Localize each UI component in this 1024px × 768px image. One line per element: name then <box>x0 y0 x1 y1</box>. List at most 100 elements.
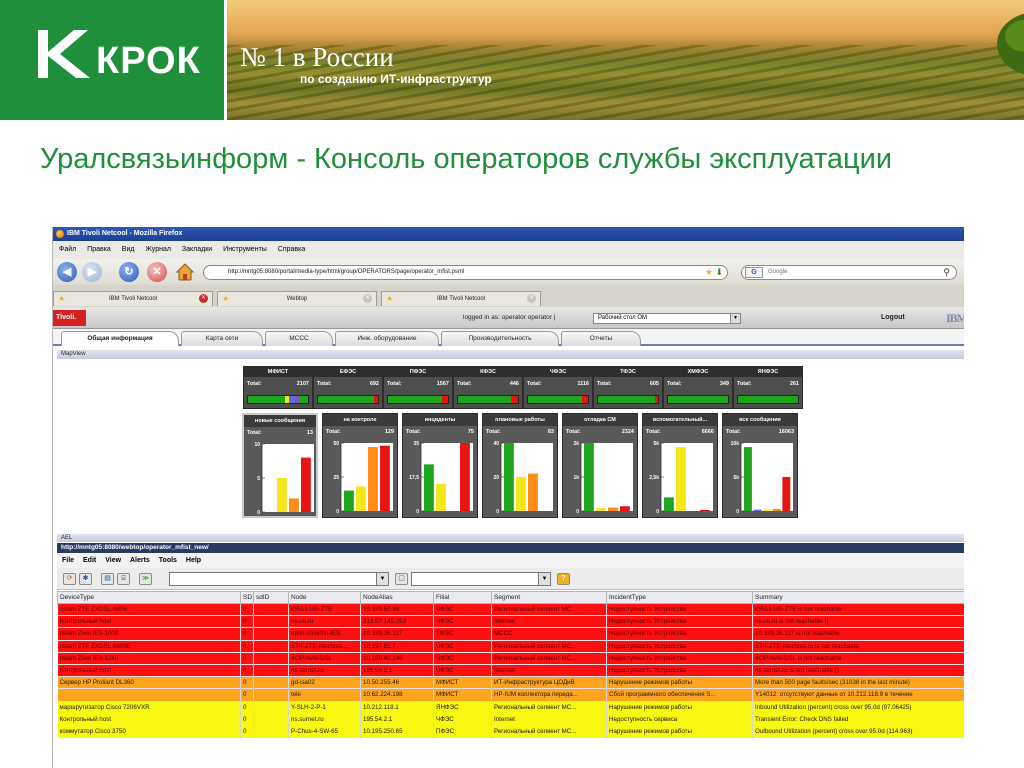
forward-button[interactable]: ▶ <box>82 262 102 282</box>
summary-tile-label: Total: <box>387 381 402 387</box>
severity-bar <box>247 395 309 404</box>
mapview-title: MapView <box>57 350 964 359</box>
menu-edit[interactable]: Правка <box>87 246 111 253</box>
search-icon[interactable]: ⚲ <box>943 266 950 279</box>
table-row[interactable]: dslam ZTE ZXDSL-9606E 0 STK-ZTE-Mezhrev...… <box>57 640 964 653</box>
settings-icon[interactable]: ✱ <box>79 573 92 585</box>
refresh-icon[interactable]: ⟳ <box>63 573 76 585</box>
logout-link[interactable]: Logout <box>881 307 905 329</box>
chevron-down-icon[interactable]: ▼ <box>376 573 388 585</box>
filter-select[interactable]: ▼ <box>169 572 389 586</box>
col-filial[interactable]: Filial <box>433 591 492 604</box>
tab-performance[interactable]: Производительность <box>441 331 559 346</box>
table-row[interactable]: коммутатор Cisco 3750 0 P-Chus-4-SW-65 10.1… <box>57 725 964 739</box>
summary-tile[interactable]: МФИСТ Total: 2107 <box>243 366 313 409</box>
chart-tile[interactable]: все сообщения Total: 16063 10k 5k 0 <box>722 413 798 518</box>
chart-tile[interactable]: инциденты Total: 75 35 17,5 0 <box>402 413 478 518</box>
chart-tile[interactable]: отладка СМ Total: 2324 2k 1k 0 <box>562 413 638 518</box>
summary-tile[interactable]: ЕФЭС Total: 692 <box>313 366 383 409</box>
filter-icon[interactable]: ⌸ <box>117 573 130 585</box>
summary-tile[interactable]: ТФЭС Total: 605 <box>593 366 663 409</box>
table-row[interactable]: Контрольный host 0 ns.surnet.ru 195.54.2.1 Ч… <box>57 713 964 726</box>
chart-tile[interactable]: на контроле Total: 129 50 25 0 <box>322 413 398 518</box>
table-row[interactable]: Контрольный host 0 ns.surnet.ru 195.54.2.1 Ч… <box>57 664 964 678</box>
table-row[interactable]: dslam ZTE ZXDSL-9806 0 KRA-LUG-ZTE 10.199.5… <box>57 603 964 617</box>
url-input[interactable]: http://mntg05:8080/portal/media-type/htm… <box>203 265 728 280</box>
table-row[interactable]: dslam Zixel IES-1248 0 AOP-NAV-DSL 10.199.4… <box>57 652 964 665</box>
chart-tile[interactable]: плановые работы Total: 83 40 20 0 <box>482 413 558 518</box>
menu-tools[interactable]: Инструменты <box>223 246 267 253</box>
ael-menu-file[interactable]: File <box>62 557 74 564</box>
chart-tile[interactable]: вспомогательный... Total: 6666 5k 2,5k 0 <box>642 413 718 518</box>
view-select-icon[interactable]: ▢ <box>395 573 408 585</box>
search-input[interactable]: G Google ⚲ <box>741 265 957 280</box>
ael-menu-view[interactable]: View <box>105 557 121 564</box>
tab-network-map[interactable]: Карта сети <box>181 331 263 346</box>
chevron-down-icon[interactable]: ▼ <box>538 573 550 585</box>
view-select[interactable]: ▼ <box>411 572 551 586</box>
cell-sdid <box>253 615 289 629</box>
chart-tile[interactable]: новые сообщения Total: 13 10 5 0 <box>242 413 318 518</box>
bookmark-star-icon[interactable]: ★ <box>705 266 713 279</box>
bar-orange <box>289 498 299 512</box>
summary-tile[interactable]: ЧФЭС Total: 1116 <box>523 366 593 409</box>
ael-menu-help[interactable]: Help <box>186 557 201 564</box>
cell-nodealias: 10.199.36.117 <box>360 627 434 641</box>
tab-netcool-2[interactable]: ★ IBM Tivoli Netcool ✕ <box>381 291 541 306</box>
back-button[interactable]: ◀ <box>57 262 77 282</box>
tab-webtop[interactable]: ★ Webtop ✕ <box>217 291 377 306</box>
search-engine-icon[interactable]: G <box>745 267 763 278</box>
go-icon[interactable]: ⬇ <box>715 266 723 279</box>
tab-close-icon[interactable]: ✕ <box>363 294 372 303</box>
summary-tile[interactable]: КФЭС Total: 446 <box>453 366 523 409</box>
bar-red <box>380 445 390 511</box>
menu-help[interactable]: Справка <box>278 246 305 253</box>
tab-close-icon[interactable]: ✕ <box>527 294 536 303</box>
desktop-select[interactable]: Рабочий стол ОМ ▼ <box>593 313 741 324</box>
ael-menu-edit[interactable]: Edit <box>83 557 96 564</box>
menu-bookmarks[interactable]: Закладки <box>182 246 212 253</box>
col-incidenttype[interactable]: IncidentType <box>606 591 753 604</box>
help-icon[interactable]: ? <box>557 573 570 585</box>
col-sdid[interactable]: sdID <box>253 591 289 604</box>
tab-msss[interactable]: МССС <box>265 331 333 346</box>
tab-netcool-1[interactable]: ★ IBM Tivoli Netcool ✕ <box>53 291 213 306</box>
table-row[interactable]: 0 tele 10.62.224.198 МФИСТ HP-IUM коллектора… <box>57 688 964 702</box>
home-button[interactable] <box>175 262 195 282</box>
reload-button[interactable]: ↻ <box>119 262 139 282</box>
col-sd[interactable]: SD <box>240 591 254 604</box>
browser-tab-strip: ★ IBM Tivoli Netcool ✕ ★ Webtop ✕ ★ IBM … <box>53 285 964 307</box>
bar-yellow <box>277 478 287 512</box>
summary-tile[interactable]: ХМФЭС Total: 349 <box>663 366 733 409</box>
menu-file[interactable]: Файл <box>59 246 76 253</box>
col-segment[interactable]: Segment <box>491 591 607 604</box>
y-tick-label: 1k <box>573 475 579 481</box>
ael-menu-alerts[interactable]: Alerts <box>130 557 150 564</box>
col-summary[interactable]: Summary <box>752 591 964 604</box>
alert-tools-icon[interactable]: ≫ <box>139 573 152 585</box>
table-row[interactable]: Контрольный host 0 ns.uu.ru 213.57.145.253 Ч… <box>57 615 964 629</box>
tab-general-info[interactable]: Общая информация <box>61 331 179 346</box>
menu-view[interactable]: Вид <box>122 246 135 253</box>
tab-reports[interactable]: Отчеты <box>561 331 641 346</box>
tab-label: IBM Tivoli Netcool <box>108 296 157 302</box>
col-node[interactable]: Node <box>288 591 361 604</box>
cell-sdid <box>253 652 289 665</box>
portal-tab-bar: Общая информация Карта сети МССС Инж. об… <box>53 329 964 346</box>
table-row[interactable]: маршрутизатор Cisco 7206VXR 0 Y-SLH-2-P-1 1… <box>57 701 964 714</box>
col-devicetype[interactable]: DeviceType <box>57 591 241 604</box>
view-icon[interactable]: ▤ <box>101 573 114 585</box>
table-row[interactable]: dslam Zixel IES-1000 0 upsh-smurtlin-IES..… <box>57 627 964 641</box>
col-nodealias[interactable]: NodeAlias <box>360 591 434 604</box>
y-tick-label: 0 <box>576 509 579 515</box>
y-tick-label: 50 <box>333 441 339 447</box>
menu-history[interactable]: Журнал <box>145 246 171 253</box>
ael-menu-tools[interactable]: Tools <box>159 557 177 564</box>
table-row[interactable]: Сервер HP Proliant DL360 0 gd-isa02 10.50.2… <box>57 676 964 690</box>
stop-button[interactable]: ✕ <box>147 262 167 282</box>
chevron-down-icon[interactable]: ▼ <box>730 314 740 323</box>
tab-close-icon[interactable]: ✕ <box>199 294 208 303</box>
tab-eng-equipment[interactable]: Инж. оборудование <box>335 331 439 346</box>
summary-tile[interactable]: ПФЭС Total: 1567 <box>383 366 453 409</box>
summary-tile[interactable]: ЯНФЭС Total: 261 <box>733 366 803 409</box>
